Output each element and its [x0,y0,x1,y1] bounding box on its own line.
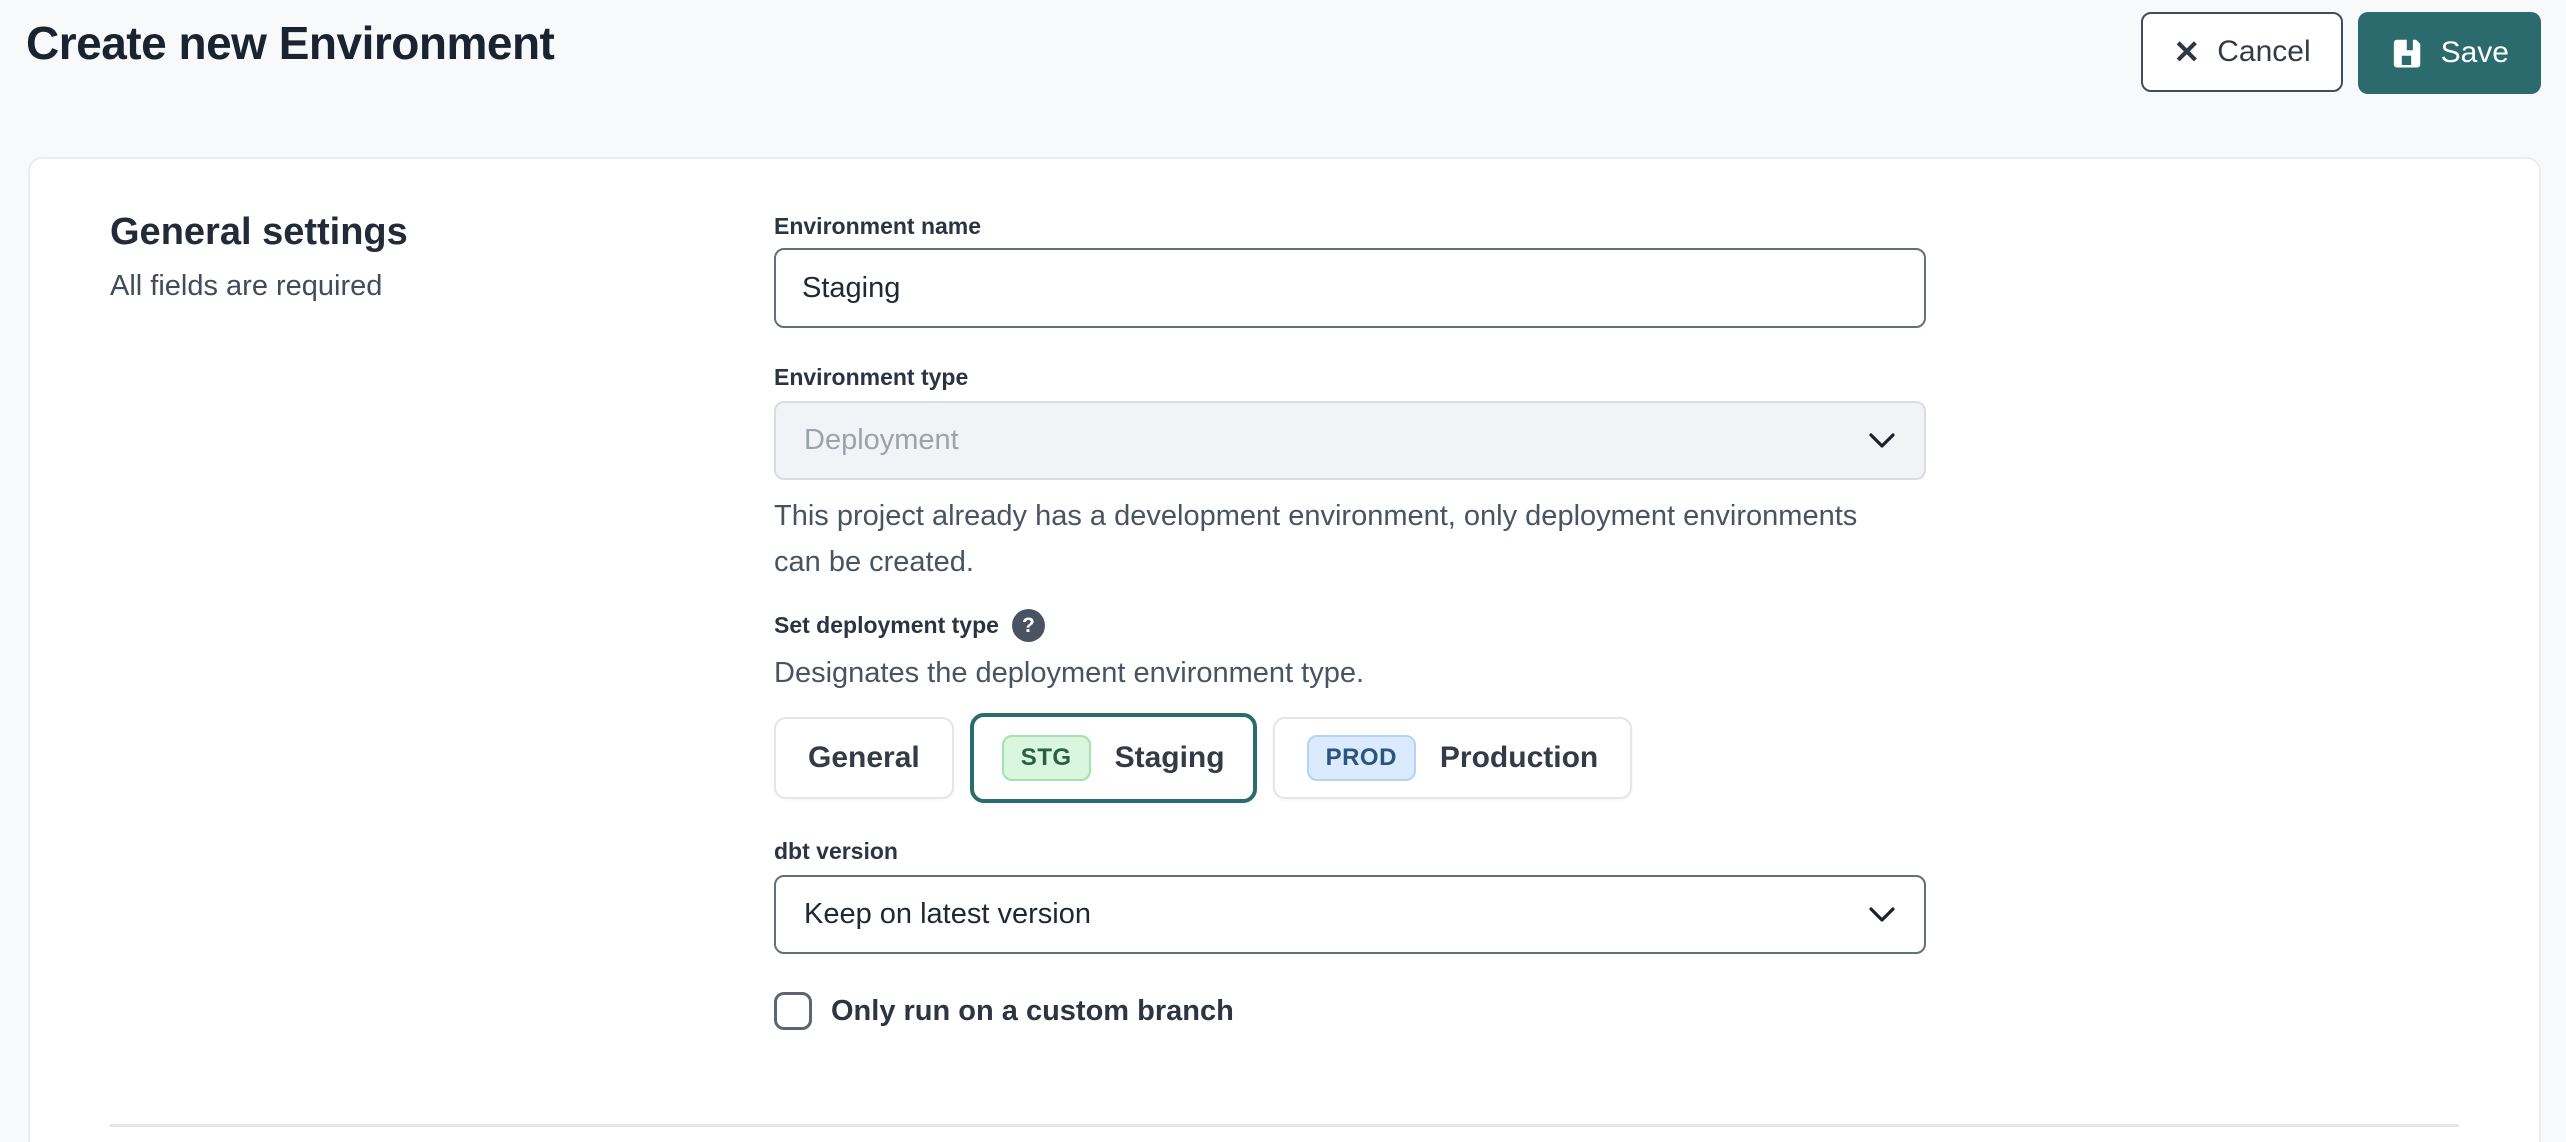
environment-type-value: Deployment [804,424,959,457]
section-subtitle: All fields are required [110,270,774,303]
environment-type-helper: This project already has a development e… [774,493,1884,585]
save-button-label: Save [2441,36,2509,70]
save-icon [2390,37,2423,70]
header-actions: ✕ Cancel Save [2141,12,2541,94]
deployment-type-option-production[interactable]: PROD Production [1273,717,1633,799]
environment-type-select: Deployment [774,401,1926,480]
page-header: Create new Environment ✕ Cancel Save [0,0,2566,95]
custom-branch-checkbox[interactable] [774,992,812,1030]
deployment-type-option-staging[interactable]: STG Staging [970,713,1257,803]
environment-type-label: Environment type [774,364,1926,391]
settings-card: General settings All fields are required… [28,157,2541,1142]
cancel-button[interactable]: ✕ Cancel [2141,12,2342,92]
dbt-version-label: dbt version [774,838,1926,865]
chevron-down-icon [1868,432,1896,450]
deployment-type-options: General STG Staging PROD Production [774,712,1926,804]
section-intro: General settings All fields are required [110,203,774,1030]
environment-name-input[interactable] [774,248,1926,328]
chevron-down-icon [1868,906,1896,924]
deployment-type-label: Set deployment type [774,612,999,639]
section-title: General settings [110,211,774,254]
stg-badge: STG [1002,735,1091,781]
dbt-version-select[interactable]: Keep on latest version [774,875,1926,954]
form-fields: Environment name Environment type Deploy… [774,203,1926,1030]
deployment-type-option-production-label: Production [1440,741,1598,775]
close-icon: ✕ [2173,36,2200,68]
deployment-type-description: Designates the deployment environment ty… [774,657,1926,690]
dbt-version-value: Keep on latest version [804,898,1091,931]
save-button[interactable]: Save [2358,12,2541,94]
environment-name-label: Environment name [774,213,1926,240]
deployment-type-option-staging-label: Staging [1115,741,1225,775]
custom-branch-label: Only run on a custom branch [831,995,1234,1028]
deployment-type-option-general[interactable]: General [774,717,954,799]
help-icon[interactable]: ? [1012,609,1045,642]
page-title: Create new Environment [26,16,554,70]
custom-branch-row[interactable]: Only run on a custom branch [774,992,1926,1030]
cancel-button-label: Cancel [2217,35,2310,69]
deployment-type-label-row: Set deployment type ? [774,609,1926,642]
prod-badge: PROD [1307,735,1416,781]
deployment-type-option-general-label: General [808,741,920,775]
section-divider [110,1124,2459,1127]
